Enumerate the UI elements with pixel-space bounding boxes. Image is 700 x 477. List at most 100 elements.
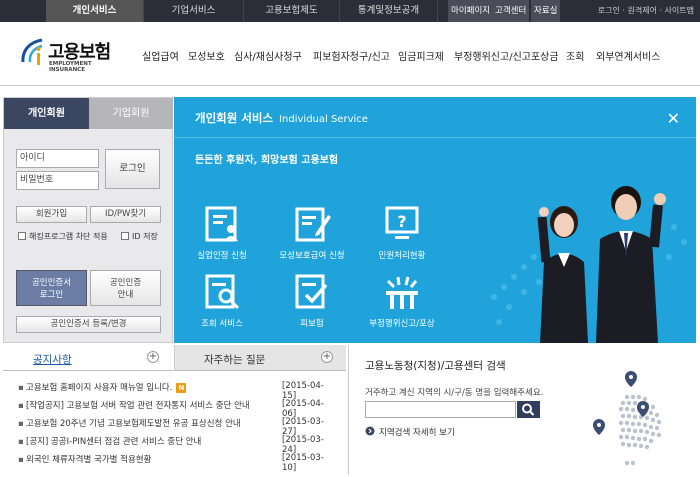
- id-input[interactable]: 아이디: [16, 149, 99, 168]
- service-label: 모성보호급여 신청: [279, 251, 345, 261]
- tab-corporate-member[interactable]: 기업회원: [89, 98, 173, 129]
- document-search-icon: [205, 274, 240, 310]
- cert-register-button[interactable]: 공인인증서 등록/변경: [16, 316, 161, 333]
- korea-map-icon: [593, 371, 662, 466]
- notice-date: [2015-03-27]: [282, 417, 324, 437]
- service-label: 민원처리현황: [378, 251, 426, 261]
- tab-insurance-system[interactable]: 고용보험제도: [244, 0, 340, 22]
- service-panel-header: 개인회원 서비스 Individual Service ✕: [174, 97, 696, 138]
- menu-insured-request[interactable]: 피보험자청구/신고: [313, 48, 390, 63]
- tab-notice[interactable]: 공지사항 +: [3, 345, 173, 371]
- cert-guide-button[interactable]: 공인인증 안내: [90, 270, 161, 306]
- menu-inquiry[interactable]: 조회: [566, 48, 584, 63]
- save-id-label: ID 저장: [132, 232, 158, 241]
- join-button[interactable]: 회원가입: [16, 206, 87, 223]
- logo-subtitle: EMPLOYMENT INSURANCE: [49, 61, 92, 73]
- bullet-icon: ▪: [18, 401, 24, 411]
- bullet-icon: ▪: [18, 455, 24, 465]
- svg-text:?: ?: [397, 212, 406, 231]
- service-insured[interactable]: 피보험: [267, 273, 357, 329]
- notice-date: [2015-04-15]: [282, 381, 324, 401]
- notice-date: [2015-03-10]: [282, 453, 324, 473]
- bullet-icon: ▪: [18, 419, 24, 429]
- document-edit-icon: [295, 207, 331, 242]
- individual-service-panel: 개인회원 서비스 Individual Service ✕ 든든한 후원자, 희망…: [174, 97, 696, 343]
- service-maternity-apply[interactable]: 모성보호급여 신청: [267, 205, 357, 261]
- hack-block-checkbox[interactable]: 해킹프로그램 차단 적용: [18, 231, 108, 242]
- hack-block-label: 해킹프로그램 차단 적용: [29, 232, 108, 241]
- region-search-input[interactable]: [365, 401, 516, 418]
- service-unemployment-apply[interactable]: 실업인정 신청: [177, 205, 267, 261]
- mypage-button[interactable]: 마이페이지: [448, 0, 494, 22]
- notice-date: [2015-04-06]: [282, 399, 324, 419]
- tab-personal-service[interactable]: 개인서비스: [46, 0, 144, 22]
- center-search-description: 거주하고 계신 지역의 시/구/동 명을 입력해주세요.: [365, 388, 544, 398]
- menu-unemployment-benefit[interactable]: 실업급여: [142, 48, 179, 63]
- notice-title: 고용보험 20주년 기념 고용보험제도발전 유공 표상신청 안내: [26, 419, 241, 429]
- bullet-icon: ▪: [18, 383, 24, 393]
- service-title-ko: 개인회원 서비스: [195, 111, 274, 125]
- monitor-question-icon: ?: [385, 206, 419, 239]
- list-item[interactable]: ▪ 외국인 체류자격별 국가별 적용현황 [2015-03-10]: [18, 453, 338, 473]
- notice-tab-label: 공지사항: [33, 354, 72, 366]
- cert-login-button[interactable]: 공인인증서 로그인: [16, 270, 87, 306]
- service-inquiry[interactable]: 조회 서비스: [177, 273, 267, 329]
- region-search-link-label: 지역검색 자세히 보기: [379, 428, 455, 438]
- people-illustration: [491, 186, 687, 343]
- login-button[interactable]: 로그인: [105, 149, 160, 189]
- search-button[interactable]: [517, 401, 540, 418]
- tab-faq[interactable]: 자주하는 질문 +: [174, 345, 346, 371]
- utility-links[interactable]: 로그인 · 원격제어 · 사이트맵: [598, 0, 694, 22]
- cert-login-line2: 로그인: [39, 290, 64, 300]
- service-title-en: Individual Service: [279, 114, 368, 125]
- document-person-icon: [205, 206, 238, 242]
- center-search-title: 고용노동청(지청)/고용센터 검색: [365, 360, 506, 372]
- cert-login-line1: 공인인증서: [31, 278, 72, 288]
- faq-tab-label: 자주하는 질문: [204, 354, 266, 366]
- plus-icon[interactable]: +: [147, 351, 159, 363]
- close-icon[interactable]: ✕: [667, 109, 680, 128]
- cert-guide-line2: 안내: [117, 290, 134, 300]
- circle-arrow-icon: [365, 426, 375, 436]
- list-item[interactable]: ▪ [공지] 공공I-PIN센터 점검 관련 서비스 중단 안내 [2015-0…: [18, 435, 338, 455]
- search-icon: [522, 403, 535, 416]
- site-header: 고용보험 EMPLOYMENT INSURANCE 실업급여 모성보호 심사/재…: [0, 22, 700, 86]
- service-label: 부정행위신고/포상: [369, 319, 435, 329]
- service-slogan: 든든한 후원자, 희망보험 고용보험: [195, 155, 339, 166]
- center-search-panel: 고용노동청(지청)/고용센터 검색 거주하고 계신 지역의 시/구/동 명을 입…: [348, 345, 696, 475]
- menu-wage-peak[interactable]: 임금피크제: [398, 48, 444, 63]
- service-panel-title: 개인회원 서비스 Individual Service: [195, 110, 368, 126]
- service-complaint-status[interactable]: ? 민원처리현황: [357, 205, 447, 261]
- tab-corporate-service[interactable]: 기업서비스: [144, 0, 244, 22]
- plus-icon[interactable]: +: [321, 351, 333, 363]
- notice-date: [2015-03-24]: [282, 435, 324, 455]
- tab-personal-member[interactable]: 개인회원: [4, 98, 89, 129]
- list-item[interactable]: ▪ 고용보험 홈페이지 사용자 매뉴얼 입니다. N [2015-04-15]: [18, 381, 338, 401]
- tab-statistics[interactable]: 통계및정보공개: [340, 0, 438, 22]
- notice-title: 고용보험 홈페이지 사용자 매뉴얼 입니다.: [26, 383, 173, 393]
- checkbox-icon: [121, 232, 129, 240]
- list-item[interactable]: ▪ [작업공지] 고용보험 서버 작업 관련 전자통지 서비스 중단 안내 [2…: [18, 399, 338, 419]
- top-navigation-bar: 개인서비스 기업서비스 고용보험제도 통계및정보공개 마이페이지 고객센터 자료…: [0, 0, 700, 22]
- service-label: 피보험: [300, 319, 324, 329]
- menu-external-services[interactable]: 외부연계서비스: [596, 48, 660, 63]
- save-id-checkbox[interactable]: ID 저장: [121, 231, 158, 242]
- notice-title: 외국인 체류자격별 국가별 적용현황: [26, 455, 152, 465]
- menu-fraud-report[interactable]: 부정행위신고/신고포상금: [454, 48, 559, 63]
- customer-center-button[interactable]: 고객센터: [492, 0, 530, 22]
- service-fraud-report[interactable]: 부정행위신고/포상: [357, 273, 447, 329]
- password-input[interactable]: 비밀번호: [16, 171, 99, 190]
- menu-maternity-protection[interactable]: 모성보호: [188, 48, 225, 63]
- new-badge: N: [176, 383, 187, 393]
- menu-review-request[interactable]: 심사/재심사청구: [234, 48, 302, 63]
- notice-title: [작업공지] 고용보험 서버 작업 관련 전자통지 서비스 중단 안내: [26, 401, 250, 411]
- site-logo[interactable]: 고용보험 EMPLOYMENT INSURANCE: [18, 36, 128, 76]
- checklist-icon: [295, 274, 328, 309]
- bullet-icon: ▪: [18, 437, 24, 447]
- list-item[interactable]: ▪ 고용보험 20주년 기념 고용보험제도발전 유공 표상신청 안내 [2015…: [18, 417, 338, 437]
- login-panel: 개인회원 기업회원 아이디 비밀번호 로그인 회원가입 ID/PW찾기 해킹프로…: [3, 97, 173, 343]
- archive-button[interactable]: 자료실: [531, 0, 561, 22]
- logo-mark-icon: [21, 38, 43, 65]
- find-id-pw-button[interactable]: ID/PW찾기: [90, 206, 161, 223]
- region-search-detail-link[interactable]: 지역검색 자세히 보기: [365, 426, 455, 438]
